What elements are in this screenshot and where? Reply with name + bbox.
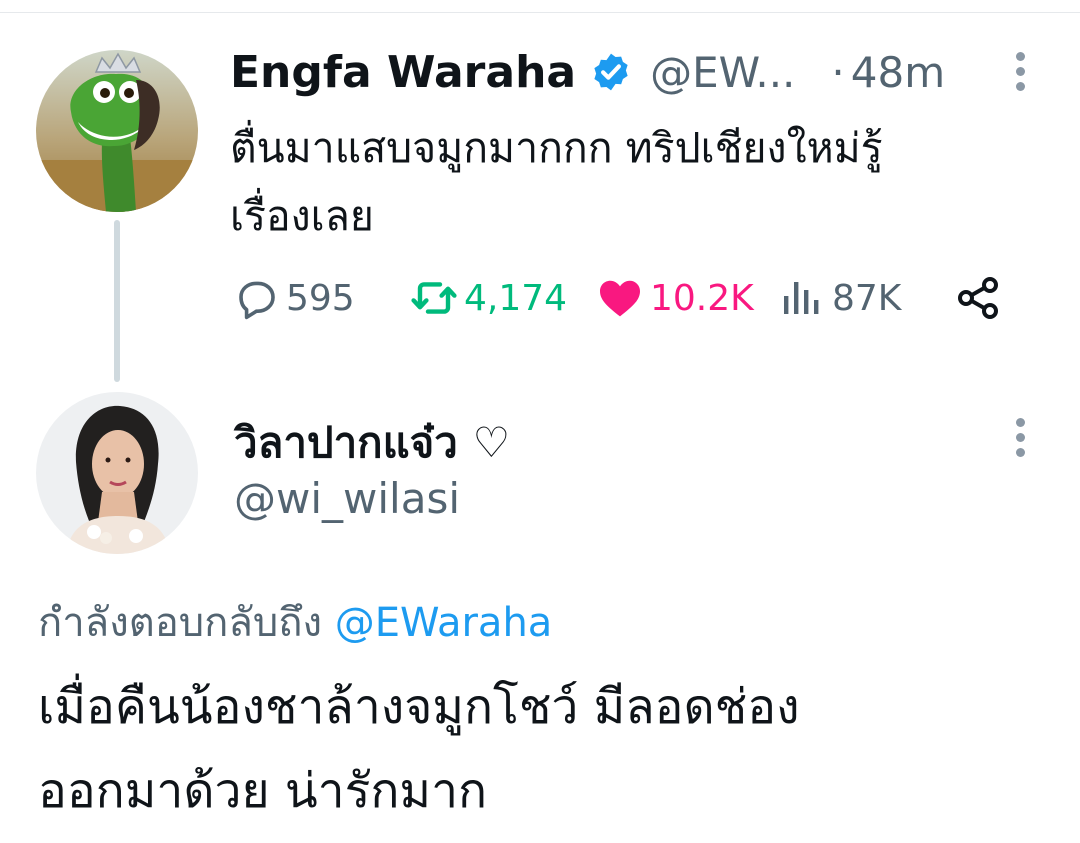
views-count: 87K <box>832 277 902 319</box>
avatar-wilasi[interactable] <box>36 392 198 554</box>
reply-count: 595 <box>286 277 355 319</box>
separator-dot: · <box>831 47 845 97</box>
author-handle[interactable]: @EW... <box>650 48 795 97</box>
views-icon <box>778 274 826 322</box>
reply-icon <box>232 274 280 322</box>
retweet-button[interactable]: 4,174 <box>410 270 567 326</box>
tweet-header: Engfa Waraha @EW... · 48m <box>230 40 945 104</box>
reply-author-handle[interactable]: @wi_wilasi <box>234 474 460 523</box>
tweet-text-line: เรื่องเลย <box>230 192 374 240</box>
more-vertical-icon[interactable] <box>1010 52 1030 96</box>
tweet-timestamp[interactable]: 48m <box>851 48 945 97</box>
tweet-action-bar: 595 4,174 10.2K 87K <box>232 270 1022 326</box>
tweet-text-line: ตื่นมาแสบจมูกมากกก ทริปเชียงใหม่รู้ <box>230 124 883 172</box>
reply-button[interactable]: 595 <box>232 270 355 326</box>
reply-text-line: เมื่อคืนน้องชาล้างจมูกโชว์ มีลอดช่อง <box>38 679 800 735</box>
share-button[interactable] <box>954 270 1008 326</box>
like-button[interactable]: 10.2K <box>596 270 754 326</box>
views-button[interactable]: 87K <box>778 270 901 326</box>
author-display-name[interactable]: Engfa Waraha <box>230 47 576 98</box>
thread-connector-line <box>114 220 120 382</box>
retweet-count: 4,174 <box>464 277 568 319</box>
replying-to-mention-link[interactable]: @EWaraha <box>335 600 553 646</box>
more-vertical-icon[interactable] <box>1010 418 1030 462</box>
reply-author-display-name[interactable]: วิลาปากแจ๋ว ♡ <box>234 410 510 476</box>
retweet-icon <box>410 274 458 322</box>
heart-icon <box>596 274 644 322</box>
reply-text: เมื่อคืนน้องชาล้างจมูกโชว์ มีลอดช่อง ออก… <box>38 665 1038 833</box>
replying-to: กำลังตอบกลับถึง @EWaraha <box>38 590 552 654</box>
like-count: 10.2K <box>650 277 754 319</box>
top-divider <box>0 12 1080 13</box>
share-icon <box>954 274 1002 322</box>
reply-text-line: ออกมาด้วย น่ารักมาก <box>38 763 488 819</box>
avatar-engfa[interactable] <box>36 50 198 212</box>
replying-to-label: กำลังตอบกลับถึง <box>38 600 322 646</box>
tweet-text: ตื่นมาแสบจมูกมากกก ทริปเชียงใหม่รู้ เรื่… <box>230 114 1030 250</box>
verified-badge-icon <box>590 51 632 93</box>
